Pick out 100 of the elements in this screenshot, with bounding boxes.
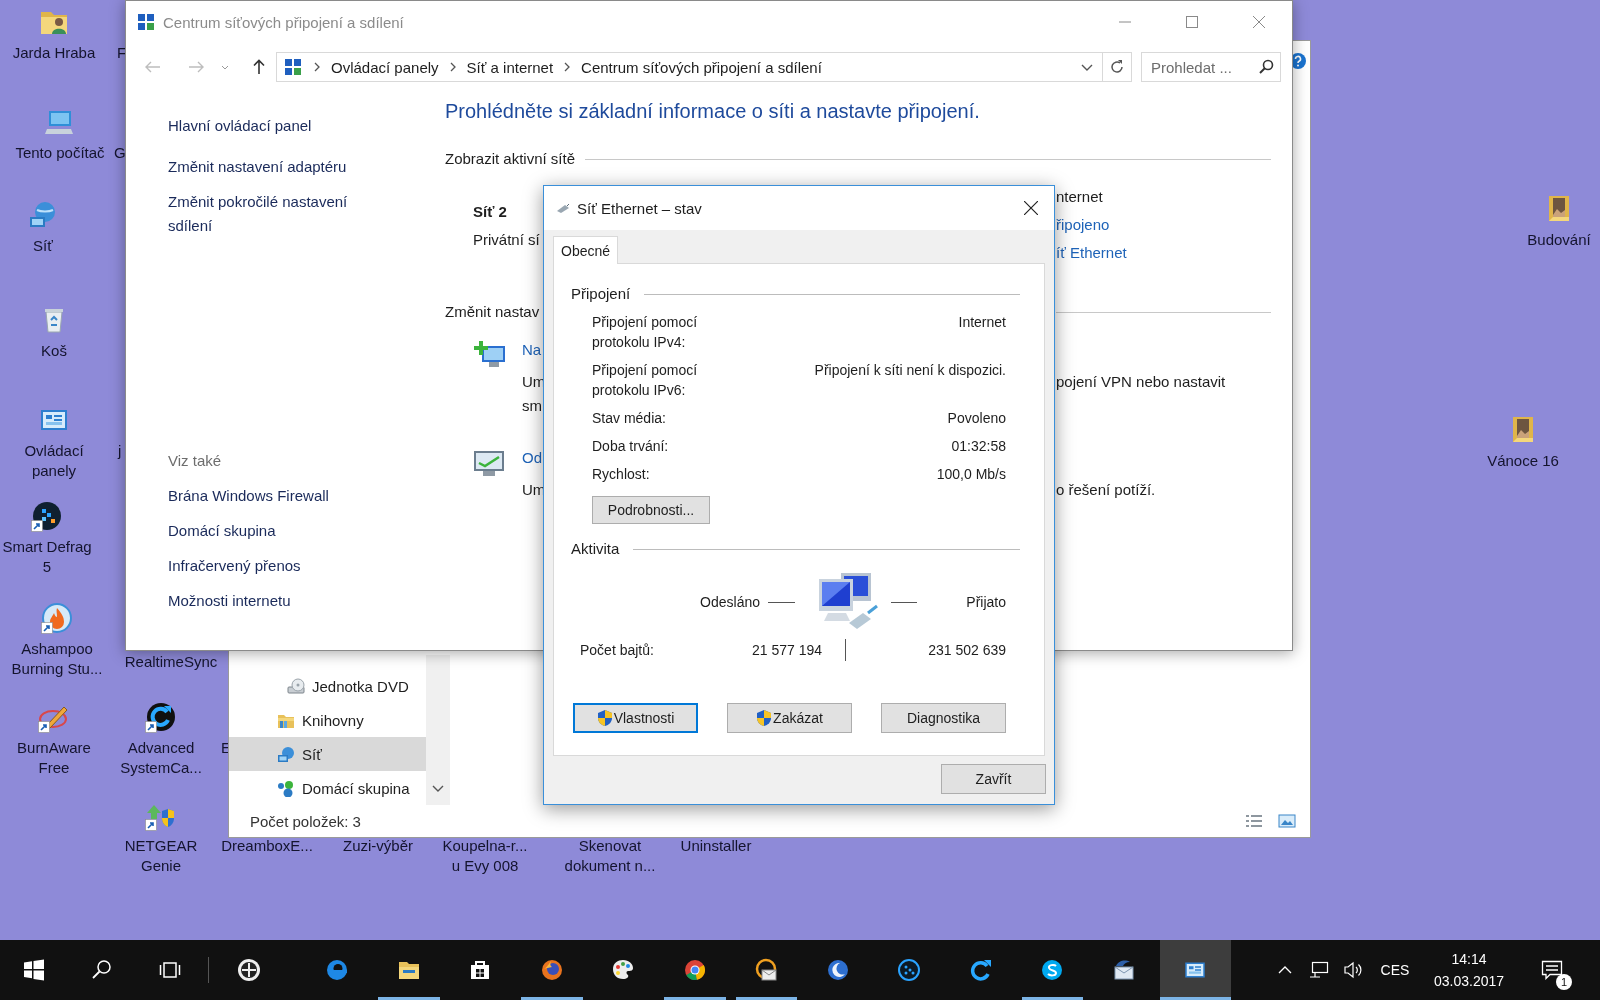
browser-icon[interactable]	[682, 958, 707, 982]
scrollbar[interactable]	[426, 655, 450, 805]
icon-label[interactable]: Ashampoo Burning Stu...	[11, 639, 103, 679]
mail-icon[interactable]	[754, 958, 779, 982]
sidebar-link[interactable]: Domácí skupina	[168, 519, 368, 543]
moon-icon[interactable]	[825, 958, 850, 982]
dropdown-icon[interactable]	[1081, 63, 1093, 71]
defrag-icon[interactable]	[31, 500, 63, 532]
chevron-icon	[449, 62, 457, 72]
field-label: Stav média:	[592, 409, 667, 428]
icon-label[interactable]: Ovládací panely	[24, 441, 84, 481]
tab[interactable]: Obecné	[553, 236, 619, 264]
search-field[interactable]: Prohledat ...	[1141, 52, 1281, 82]
dialog-button[interactable]: Zakázat	[727, 703, 852, 733]
chevron-up-icon[interactable]	[1278, 966, 1292, 974]
taskbar-button[interactable]	[1159, 940, 1231, 1000]
icon-label[interactable]: Budování	[1527, 230, 1591, 250]
nav-item[interactable]: Knihovny	[229, 703, 426, 737]
window-title: Centrum síťových připojení a sdílení	[163, 13, 404, 31]
dialog-button[interactable]: Diagnostika	[881, 703, 1006, 733]
globe-icon[interactable]	[539, 958, 564, 982]
homegroup-icon	[277, 779, 295, 797]
icon-label[interactable]: Skenovat dokument n...	[564, 836, 656, 876]
up-arrow-icon[interactable]	[252, 59, 266, 75]
sidebar-link[interactable]: Změnit pokročilé nastavení sdílení	[168, 190, 368, 238]
dialog-button[interactable]: Vlastnosti	[573, 703, 698, 733]
icon-label[interactable]: Koš	[41, 341, 67, 361]
notification-icon[interactable]	[1541, 960, 1563, 980]
sidebar-link[interactable]: Změnit nastavení adaptéru	[168, 155, 368, 179]
close-dialog-button[interactable]: Zavřít	[941, 764, 1046, 794]
icon-label[interactable]: Koupelna-r... u Evy 008	[442, 836, 528, 876]
refresh-icon[interactable]	[968, 958, 993, 982]
sent-label: Odesláno	[699, 594, 760, 610]
close-icon[interactable]	[1024, 201, 1038, 215]
breadcrumb-item[interactable]: Síť a internet	[466, 58, 554, 76]
page-heading: Prohlédněte si základní informace o síti a nastavte připojení.	[445, 99, 981, 124]
icon-label[interactable]: Vánoce 16	[1487, 451, 1559, 471]
disc-drive-icon	[287, 677, 305, 695]
flame-icon[interactable]	[41, 602, 73, 634]
icon-label[interactable]: BurnAware Free	[17, 738, 91, 778]
sidebar-link[interactable]: Možnosti internetu	[168, 589, 368, 613]
palette-icon[interactable]	[611, 958, 636, 982]
section-label: Viz také	[168, 451, 223, 471]
scroll-down-icon[interactable]	[432, 785, 444, 793]
icon-label[interactable]: Smart Defrag 5	[2, 537, 92, 577]
details-view-icon[interactable]	[1245, 814, 1263, 828]
dots-icon[interactable]	[897, 958, 922, 982]
notification-button[interactable]: 1	[1528, 940, 1576, 1000]
address-bar[interactable]: Ovládací panely Síť a internet Centrum síťových připojení a sdílení	[276, 52, 1103, 82]
network-icon[interactable]	[1309, 961, 1329, 979]
task-link[interactable]: Od	[522, 446, 546, 470]
sidebar-link[interactable]: Brána Windows Firewall	[168, 484, 368, 508]
icon-label[interactable]: Tento počítač	[15, 143, 105, 163]
start-icon[interactable]	[22, 958, 46, 982]
icon-label[interactable]: Advanced SystemCa...	[120, 738, 202, 778]
icon-label[interactable]: G	[114, 143, 126, 163]
network-type: Privátní sí	[473, 230, 541, 250]
icon-label[interactable]: Síť	[33, 236, 53, 256]
field-label: Doba trvání:	[592, 437, 670, 456]
sidebar-link[interactable]: Hlavní ovládací panel	[168, 114, 368, 138]
volume-icon[interactable]	[1343, 961, 1363, 979]
network-center-icon	[137, 13, 155, 31]
received-label: Přijato	[965, 594, 1006, 610]
breadcrumb-item[interactable]: Ovládací panely	[331, 58, 439, 76]
maximize-icon[interactable]	[1185, 16, 1198, 28]
chat-icon[interactable]	[1040, 958, 1065, 982]
clock-button[interactable]: 14:14 03.03.2017	[1424, 940, 1514, 1000]
connection-link[interactable]: íť Ethernet	[1056, 239, 1271, 267]
shield-icon	[596, 709, 613, 727]
task-description: o řešení potíží.	[1056, 480, 1157, 500]
refresh-button[interactable]	[1103, 52, 1132, 82]
cable-icon	[556, 203, 570, 213]
details-button[interactable]: Podrobnosti...	[592, 496, 710, 524]
nav-item[interactable]: Síť	[229, 737, 426, 771]
refresh-icon[interactable]	[1109, 59, 1125, 75]
icon-label[interactable]: RealtimeSync	[124, 652, 218, 672]
network-center-icon	[284, 58, 302, 76]
icon-label[interactable]: j	[118, 441, 122, 461]
field-value: Internet	[957, 313, 1006, 332]
round-app-icon[interactable]	[236, 958, 261, 982]
icon-label[interactable]: Uninstaller	[680, 836, 752, 856]
mail-icon[interactable]	[1111, 958, 1136, 982]
network-name: Síť 2	[473, 202, 508, 222]
icon-label[interactable]: NETGEAR Genie	[124, 836, 198, 876]
nav-item[interactable]: Domácí skupina	[229, 771, 426, 805]
icon-label[interactable]: Zuzi-výběr	[343, 836, 413, 856]
connection-status-link[interactable]: řipojeno	[1056, 211, 1271, 239]
icon-label[interactable]: F	[117, 43, 127, 63]
section-title: Aktivita	[571, 539, 620, 559]
nav-item[interactable]: Jednotka DVD	[229, 669, 426, 703]
breadcrumb-item[interactable]: Centrum síťových připojení a sdílení	[581, 58, 822, 76]
icon-label[interactable]: DreamboxE...	[221, 836, 313, 856]
sidebar-link[interactable]: Infračervený přenos	[168, 554, 368, 578]
icon-label[interactable]: Jarda Hraba	[12, 43, 96, 63]
bytes-received: 231 502 639	[927, 642, 1006, 658]
large-icons-view-icon[interactable]	[1278, 814, 1296, 828]
language-indicator[interactable]: CES	[1373, 940, 1417, 1000]
task-link[interactable]: Na	[522, 338, 546, 362]
refresh-icon[interactable]	[145, 701, 177, 733]
caret-icon[interactable]	[221, 64, 229, 70]
